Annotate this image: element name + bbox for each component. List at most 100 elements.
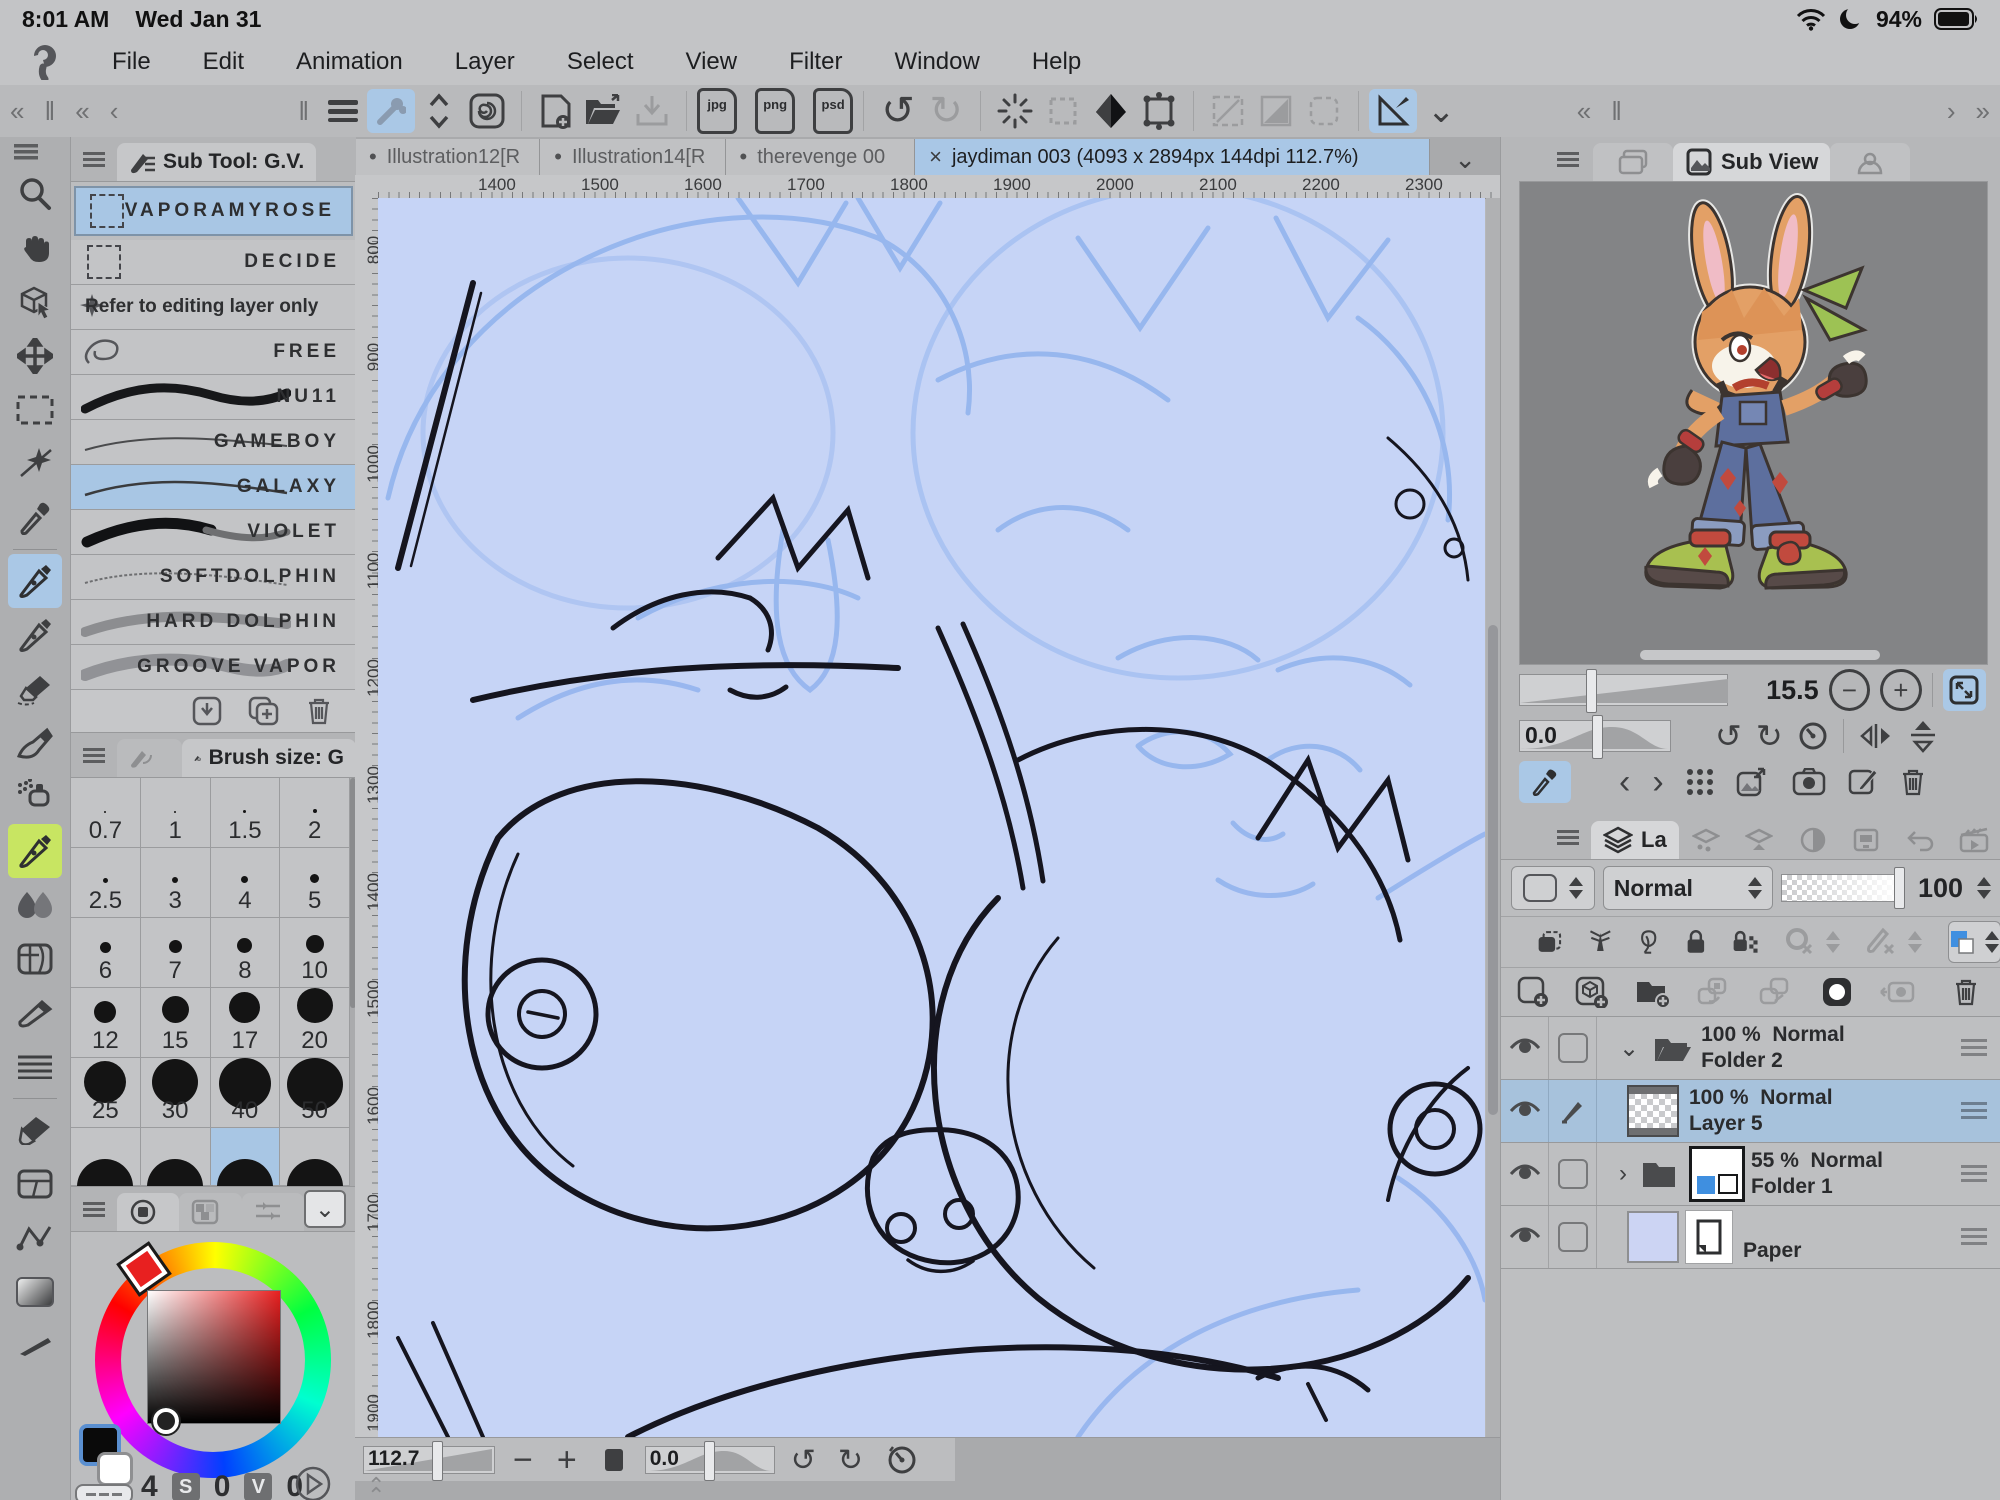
layer-checkbox[interactable]: [1549, 1143, 1597, 1205]
selection-launcher-disabled-icon[interactable]: [1300, 89, 1348, 133]
rotation-slider[interactable]: 0.0: [645, 1446, 775, 1474]
menu-view[interactable]: View: [660, 48, 764, 76]
sub-view-rotation-slider[interactable]: 0.0: [1519, 720, 1671, 752]
export-jpg-button[interactable]: jpg: [697, 88, 737, 134]
layer-row-folder-2[interactable]: ⌄ 100 % Normal Folder 2: [1501, 1017, 2000, 1080]
menu-layer[interactable]: Layer: [429, 48, 541, 76]
expand-right-icon[interactable]: »: [1966, 96, 2000, 127]
brush-size-8[interactable]: 8: [211, 918, 281, 988]
brush-size-partial-2[interactable]: [141, 1128, 211, 1186]
layer-checkbox[interactable]: [1549, 1017, 1597, 1079]
pencil-tool[interactable]: [0, 608, 70, 662]
text-tool-partial[interactable]: [0, 1319, 70, 1373]
export-psd-button[interactable]: psd: [813, 88, 853, 134]
brush-size-50[interactable]: 50: [280, 1058, 350, 1128]
layer-drag-handle[interactable]: [1961, 1102, 1987, 1120]
new-folder-button[interactable]: [1635, 976, 1671, 1008]
lock-transparent-pixels-icon[interactable]: [1732, 927, 1758, 957]
hand-pan-tool[interactable]: [0, 221, 70, 275]
pen-tool-selected[interactable]: [8, 554, 62, 608]
canvas-artwork[interactable]: [378, 198, 1485, 1437]
document-tab-1[interactable]: • Illustration12[R: [355, 139, 540, 175]
sub-view-delete[interactable]: [1900, 767, 1926, 797]
zoom-in-button[interactable]: +: [551, 1441, 583, 1480]
menu-animation[interactable]: Animation: [270, 48, 429, 76]
brush-size-2[interactable]: 2: [280, 778, 350, 848]
open-file-button[interactable]: [580, 89, 628, 133]
blend-tool[interactable]: [0, 878, 70, 932]
sub-view-next-image[interactable]: ›: [1652, 763, 1663, 802]
paper-thumbnail[interactable]: [1627, 1211, 1679, 1263]
zoom-tool[interactable]: [0, 167, 70, 221]
panel-drag-handle2-icon[interactable]: ‖: [288, 96, 319, 127]
panel-drag-handle-icon[interactable]: ‖: [34, 96, 65, 127]
reset-rotation-button[interactable]: [869, 1445, 935, 1475]
layer-drag-handle[interactable]: [1961, 1039, 1987, 1057]
sub-view-rotate-ccw[interactable]: ↺: [1715, 717, 1742, 755]
brush-size-menu-icon[interactable]: [71, 748, 117, 763]
move-tool[interactable]: [0, 329, 70, 383]
color-slider-tab[interactable]: [242, 1193, 304, 1231]
sub-view-zoom-out[interactable]: −: [1829, 669, 1871, 711]
brush-size-4[interactable]: 4: [211, 848, 281, 918]
sub-view-zoom-in[interactable]: +: [1880, 669, 1922, 711]
expand-bottom-panel-icon[interactable]: ⌃⌃: [367, 1481, 385, 1500]
lock-layer-icon[interactable]: [1686, 927, 1706, 957]
menu-edit[interactable]: Edit: [177, 48, 270, 76]
panel-transparent-swatch[interactable]: [75, 1484, 133, 1500]
layer-drag-handle[interactable]: [1961, 1228, 1987, 1246]
sub-tool-item-refer[interactable]: Refer to editing layer only: [71, 285, 356, 330]
sub-view-open-image[interactable]: [1736, 767, 1770, 797]
liquify-tool[interactable]: [0, 1040, 70, 1094]
color-wheel-tab[interactable]: [117, 1193, 179, 1231]
reselect-button-disabled[interactable]: [1039, 89, 1087, 133]
brush-size-7[interactable]: 7: [141, 918, 211, 988]
history-tab[interactable]: [1893, 821, 1947, 859]
brush-size-partial-4[interactable]: [280, 1128, 350, 1186]
layer-mask-button[interactable]: [1821, 976, 1853, 1008]
gradient-tool[interactable]: [0, 1265, 70, 1319]
opacity-slider-thumb[interactable]: [1894, 867, 1905, 909]
canvas-vertical-scrollbar-thumb[interactable]: [1488, 625, 1498, 1115]
sub-view-eyedropper-toggle[interactable]: [1519, 761, 1571, 803]
export-png-button[interactable]: png: [755, 88, 795, 134]
folder-expand-chevron[interactable]: ⌄: [1619, 1034, 1639, 1063]
onion-skin-icon[interactable]: [1588, 927, 1613, 957]
tab-close-icon[interactable]: ×: [929, 144, 942, 170]
marker-tool-highlighted[interactable]: [8, 824, 62, 878]
folder-thumbnail[interactable]: [1689, 1146, 1745, 1202]
collapse-left2-icon[interactable]: «: [65, 96, 99, 127]
sub-view-zoom-thumb[interactable]: [1586, 669, 1597, 713]
blend-mode-dropdown[interactable]: Normal: [1603, 866, 1774, 910]
fill-bucket-tool[interactable]: [0, 1103, 70, 1157]
sub-view-hscrollbar[interactable]: [1640, 650, 1880, 660]
brush-size-3[interactable]: 3: [141, 848, 211, 918]
brush-size-2.5[interactable]: 2.5: [71, 848, 141, 918]
color-panel-collapse-button[interactable]: ⌄: [304, 1190, 346, 1228]
airbrush-tool[interactable]: [0, 770, 70, 824]
crop-tool-disabled-icon[interactable]: [1204, 89, 1252, 133]
color-history-button[interactable]: [293, 1464, 333, 1500]
delete-layer-button[interactable]: [1953, 977, 1979, 1007]
decoration-tool[interactable]: [0, 986, 70, 1040]
frame-border-tool[interactable]: [0, 932, 70, 986]
sub-view-tab-active[interactable]: Sub View: [1673, 143, 1830, 181]
transfer-down-disabled[interactable]: [1697, 977, 1733, 1007]
color-set-tab[interactable]: [179, 1193, 241, 1231]
zoom-out-button[interactable]: −: [495, 1441, 551, 1480]
sub-tool-item-softdolphin[interactable]: SOFTDOLPHIN: [71, 555, 356, 600]
brush-size-0.7[interactable]: 0.7: [71, 778, 141, 848]
tab-list-chevron[interactable]: ⌄: [1430, 144, 1500, 175]
document-tab-2[interactable]: • Illustration14[R: [540, 139, 725, 175]
layer-visibility-toggle[interactable]: [1501, 1143, 1549, 1205]
new-material-layer-button[interactable]: [1575, 976, 1609, 1008]
layer-property-tab-1[interactable]: [1679, 821, 1733, 859]
brush-stroke-selector[interactable]: [1511, 866, 1595, 910]
sub-view-fit-button[interactable]: [1943, 669, 1986, 711]
sub-tool-item-groovevapor[interactable]: GROOVE VAPOR: [71, 645, 356, 690]
brush-size-10[interactable]: 10: [280, 918, 350, 988]
brush-size-6[interactable]: 6: [71, 918, 141, 988]
reference-tab[interactable]: [1830, 143, 1910, 181]
canvas-viewport[interactable]: [378, 198, 1485, 1437]
collapse-single-icon[interactable]: ‹: [100, 96, 129, 127]
